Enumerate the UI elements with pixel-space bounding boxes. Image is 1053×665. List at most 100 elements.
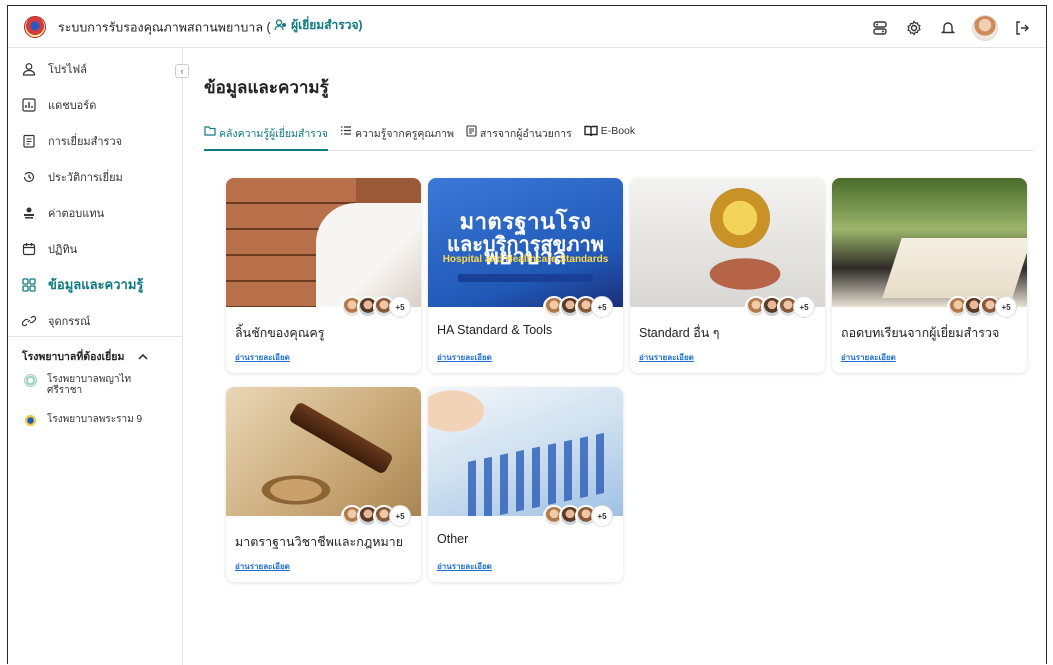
role-indicator: ผู้เยี่ยมสำรวจ)	[274, 16, 363, 35]
top-actions	[870, 15, 1032, 41]
user-group-icon	[274, 19, 287, 31]
sidebar-item-label: ประวัติการเยี่ยม	[48, 172, 123, 184]
user-avatar[interactable]	[972, 15, 998, 41]
knowledge-card[interactable]: มาตรฐานโรงพยาบาล และบริการสุขภาพ Hospita…	[428, 178, 623, 373]
logout-icon[interactable]	[1012, 18, 1032, 38]
knowledge-card[interactable]: +5 Other อ่านรายละเอียด	[428, 387, 623, 582]
tab-surveyor-knowledge[interactable]: คลังความรู้ผู้เยี่ยมสำรวจ	[204, 122, 328, 151]
tab-label: สารจากผู้อำนวยการ	[479, 128, 572, 140]
image-banner	[458, 274, 593, 282]
hospital-item[interactable]: โรงพยาบาลพระราม 9	[24, 414, 142, 427]
book-icon	[584, 125, 598, 137]
document-icon	[466, 125, 477, 137]
sidebar-item-survey[interactable]: การเยี่ยมสำรวจ	[22, 132, 122, 150]
tab-label: E-Book	[600, 125, 636, 137]
card-image	[832, 178, 1027, 307]
tab-label: ความรู้จากครูคุณภาพ	[354, 128, 454, 140]
more-avatars-count: +5	[389, 505, 411, 527]
app-title-text: ระบบการรับรองคุณภาพสถานพยาบาล (	[58, 20, 271, 35]
hospital-name: โรงพยาบาลพญาไท ศรีราชา	[47, 374, 131, 396]
chart-icon	[22, 98, 36, 112]
sidebar-item-label: แดชบอร์ด	[48, 100, 97, 112]
calendar-icon	[22, 242, 36, 256]
app-window: ระบบการรับรองคุณภาพสถานพยาบาล ( ผู้เยี่ย…	[7, 5, 1047, 665]
tab-director-message[interactable]: สารจากผู้อำนวยการ	[466, 122, 572, 151]
contributor-avatars: +5	[341, 505, 411, 527]
hospital-logo-icon	[24, 374, 37, 387]
contributor-avatars: +5	[745, 296, 815, 318]
tab-bar: คลังความรู้ผู้เยี่ยมสำรวจ ความรู้จากครูค…	[204, 122, 1034, 151]
switch-icon[interactable]	[870, 18, 890, 38]
card-image	[428, 387, 623, 516]
more-avatars-count: +5	[793, 296, 815, 318]
app-title: ระบบการรับรองคุณภาพสถานพยาบาล ( ผู้เยี่ย…	[58, 16, 363, 38]
sidebar-item-links[interactable]: จุดกรรณ์	[22, 312, 90, 330]
read-more-link[interactable]: อ่านรายละเอียด	[437, 351, 492, 364]
card-image: มาตรฐานโรงพยาบาล และบริการสุขภาพ Hospita…	[428, 178, 623, 307]
chevron-left-icon: ‹	[180, 66, 184, 76]
card-image	[630, 178, 825, 307]
sidebar: โปรไฟล์ แดชบอร์ด การเยี่ยมสำรวจ ประวัติก…	[8, 48, 183, 665]
more-avatars-count: +5	[389, 296, 411, 318]
sidebar-item-label: การเยี่ยมสำรวจ	[48, 136, 123, 148]
folder-icon	[204, 126, 216, 136]
contributor-avatars: +5	[341, 296, 411, 318]
history-icon	[22, 170, 36, 184]
tab-quality-teacher[interactable]: ความรู้จากครูคุณภาพ	[340, 122, 454, 151]
sidebar-item-knowledge[interactable]: ข้อมูลและความรู้	[22, 274, 143, 295]
knowledge-card[interactable]: +5 มาตราฐานวิชาชีพและกฎหมาย อ่านรายละเอี…	[226, 387, 421, 582]
sidebar-item-history[interactable]: ประวัติการเยี่ยม	[22, 168, 123, 186]
sidebar-item-label: ปฏิทิน	[48, 244, 78, 256]
chevron-up-icon	[138, 353, 148, 360]
knowledge-card[interactable]: +5 ถอดบทเรียนจากผู้เยี่ยมสำรวจ อ่านรายละ…	[832, 178, 1027, 373]
sidebar-item-compensation[interactable]: ค่าตอบแทน	[22, 204, 104, 222]
sidebar-item-label: โปรไฟล์	[48, 64, 87, 76]
card-title: ถอดบทเรียนจากผู้เยี่ยมสำรวจ	[841, 326, 1000, 340]
image-text-line3: Hospital and Healthcare Standards	[442, 254, 609, 265]
sidebar-item-label: จุดกรรณ์	[48, 316, 91, 328]
sidebar-item-profile[interactable]: โปรไฟล์	[22, 60, 87, 78]
top-bar: ระบบการรับรองคุณภาพสถานพยาบาล ( ผู้เยี่ย…	[8, 6, 1046, 48]
contributor-avatars: +5	[543, 296, 613, 318]
hospital-name: โรงพยาบาลพระราม 9	[47, 414, 143, 425]
more-avatars-count: +5	[995, 296, 1017, 318]
hospital-section-title: โรงพยาบาลที่ต้องเยี่ยม	[22, 351, 125, 363]
knowledge-card[interactable]: +5 ลิ้นชักของคุณครู อ่านรายละเอียด	[226, 178, 421, 373]
hospital-item[interactable]: โรงพยาบาลพญาไท ศรีราชา	[24, 374, 131, 396]
card-image	[226, 387, 421, 516]
read-more-link[interactable]: อ่านรายละเอียด	[235, 351, 290, 364]
app-logo	[24, 15, 46, 38]
read-more-link[interactable]: อ่านรายละเอียด	[639, 351, 694, 364]
card-image	[226, 178, 421, 307]
knowledge-card[interactable]: +5 Standard อื่น ๆ อ่านรายละเอียด	[630, 178, 825, 373]
more-avatars-count: +5	[591, 296, 613, 318]
sidebar-divider	[8, 336, 183, 337]
tab-ebook[interactable]: E-Book	[584, 122, 635, 151]
card-title: Standard อื่น ๆ	[639, 326, 720, 340]
grid-icon	[22, 277, 36, 292]
contributor-avatars: +5	[543, 505, 613, 527]
sidebar-item-label: ค่าตอบแทน	[48, 208, 105, 220]
hospital-section-toggle[interactable]: โรงพยาบาลที่ต้องเยี่ยม	[22, 348, 148, 365]
bell-icon[interactable]	[938, 18, 958, 38]
card-title: Other	[437, 532, 469, 546]
card-title: มาตราฐานวิชาชีพและกฎหมาย	[235, 535, 404, 549]
money-icon	[22, 206, 36, 220]
clipboard-icon	[22, 134, 36, 148]
sidebar-item-dashboard[interactable]: แดชบอร์ด	[22, 96, 96, 114]
settings-icon[interactable]	[904, 18, 924, 38]
card-title: HA Standard & Tools	[437, 323, 553, 337]
read-more-link[interactable]: อ่านรายละเอียด	[235, 560, 290, 573]
hospital-logo-icon	[24, 414, 37, 427]
hospital-name-line2: ศรีราชา	[47, 385, 83, 396]
collapse-sidebar-button[interactable]: ‹	[175, 64, 189, 78]
contributor-avatars: +5	[947, 296, 1017, 318]
card-title: ลิ้นชักของคุณครู	[235, 326, 325, 340]
hospital-name-line1: โรงพยาบาลพญาไท	[47, 374, 132, 385]
read-more-link[interactable]: อ่านรายละเอียด	[437, 560, 492, 573]
read-more-link[interactable]: อ่านรายละเอียด	[841, 351, 896, 364]
sidebar-item-calendar[interactable]: ปฏิทิน	[22, 240, 77, 258]
list-icon	[340, 126, 351, 135]
tab-label: คลังความรู้ผู้เยี่ยมสำรวจ	[219, 128, 328, 140]
link-icon	[22, 314, 36, 328]
